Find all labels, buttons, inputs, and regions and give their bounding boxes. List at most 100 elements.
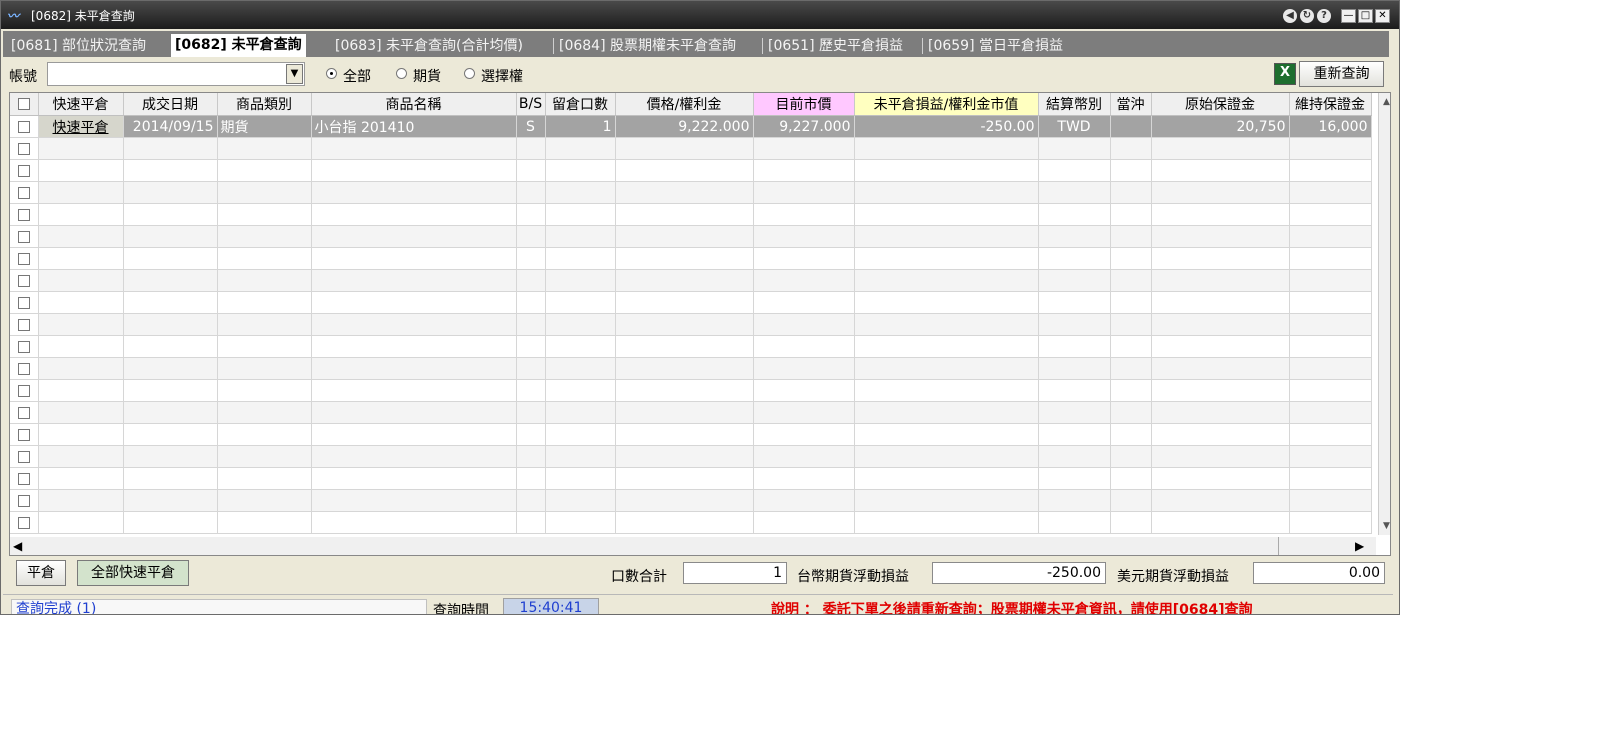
empty-cell <box>753 247 855 270</box>
empty-cell <box>38 137 124 160</box>
qty-total-label: 口數合計 <box>611 569 667 585</box>
empty-cell <box>38 269 124 292</box>
table-row[interactable] <box>10 313 1372 336</box>
row-checkbox[interactable] <box>10 423 39 446</box>
select-all-checkbox[interactable] <box>10 93 39 116</box>
row-checkbox[interactable] <box>10 467 39 490</box>
requery-button[interactable]: 重新查詢 <box>1299 61 1384 87</box>
tab-0682[interactable]: [0682] 未平倉查詢 <box>171 34 306 57</box>
row-checkbox[interactable] <box>10 181 39 204</box>
empty-cell <box>217 159 312 182</box>
empty-cell <box>311 357 517 380</box>
account-select[interactable]: ▼ <box>47 62 305 86</box>
col-open-qty[interactable]: 留倉口數 <box>545 93 616 116</box>
table-row[interactable] <box>10 511 1372 534</box>
col-maintenance-margin[interactable]: 維持保證金 <box>1289 93 1372 116</box>
row-checkbox[interactable] <box>10 313 39 336</box>
minimize-button[interactable]: — <box>1341 9 1356 23</box>
row-checkbox[interactable] <box>10 159 39 182</box>
empty-cell <box>217 181 312 204</box>
table-row[interactable] <box>10 423 1372 446</box>
table-row[interactable] <box>10 247 1372 270</box>
row-checkbox[interactable] <box>10 335 39 358</box>
empty-cell <box>123 203 218 226</box>
empty-cell <box>217 379 312 402</box>
table-row[interactable] <box>10 489 1372 512</box>
radio-futures[interactable] <box>396 68 407 79</box>
col-product-name[interactable]: 商品名稱 <box>311 93 517 116</box>
scroll-up-icon[interactable]: ▲ <box>1383 97 1390 107</box>
table-row[interactable]: 快速平倉 2014/09/15 期貨 小台指 201410 S 1 9,222.… <box>10 115 1372 138</box>
horizontal-scrollbar[interactable]: ◀ ▶ <box>10 537 1376 555</box>
col-quick-close[interactable]: 快速平倉 <box>38 93 124 116</box>
vertical-scrollbar[interactable]: ▲ ▼ <box>1378 93 1390 535</box>
positions-grid: 快速平倉 成交日期 商品類別 商品名稱 B/S 留倉口數 價格/權利金 目前市價… <box>9 92 1391 556</box>
radio-all[interactable] <box>326 68 337 79</box>
empty-cell <box>38 423 124 446</box>
row-checkbox[interactable] <box>10 225 39 248</box>
cell-date: 2014/09/15 <box>123 115 218 138</box>
row-checkbox[interactable] <box>10 269 39 292</box>
table-row[interactable] <box>10 357 1372 380</box>
table-row[interactable] <box>10 269 1372 292</box>
quick-close-button[interactable]: 快速平倉 <box>38 115 124 138</box>
chevron-down-icon[interactable]: ▼ <box>286 64 303 84</box>
tab-0684[interactable]: [0684] 股票期權未平倉查詢 <box>555 35 740 57</box>
help-icon[interactable]: ? <box>1317 9 1331 23</box>
col-category[interactable]: 商品類別 <box>217 93 312 116</box>
refresh-icon[interactable]: ↻ <box>1300 9 1314 23</box>
col-trade-date[interactable]: 成交日期 <box>123 93 218 116</box>
row-checkbox[interactable] <box>10 401 39 424</box>
col-initial-margin[interactable]: 原始保證金 <box>1151 93 1290 116</box>
table-row[interactable] <box>10 335 1372 358</box>
col-bs[interactable]: B/S <box>516 93 546 116</box>
table-row[interactable] <box>10 225 1372 248</box>
table-row[interactable] <box>10 445 1372 468</box>
tab-0659[interactable]: [0659] 當日平倉損益 <box>924 35 1067 57</box>
tab-0681[interactable]: [0681] 部位狀況查詢 <box>7 35 150 57</box>
radio-options-label[interactable]: 選擇權 <box>481 66 523 86</box>
row-checkbox[interactable] <box>10 137 39 160</box>
scroll-right-icon[interactable]: ▶ <box>1355 539 1364 553</box>
close-position-button[interactable]: 平倉 <box>16 560 66 586</box>
empty-cell <box>615 159 754 182</box>
table-row[interactable] <box>10 203 1372 226</box>
radio-futures-label[interactable]: 期貨 <box>413 66 441 86</box>
row-checkbox[interactable] <box>10 445 39 468</box>
table-row[interactable] <box>10 401 1372 424</box>
empty-cell <box>1110 467 1152 490</box>
col-unrealized-pnl[interactable]: 未平倉損益/權利金市值 <box>854 93 1039 116</box>
row-checkbox[interactable] <box>10 357 39 380</box>
table-row[interactable] <box>10 379 1372 402</box>
radio-options[interactable] <box>464 68 475 79</box>
close-button[interactable]: ✕ <box>1375 9 1390 23</box>
row-checkbox[interactable] <box>10 203 39 226</box>
tab-0651[interactable]: [0651] 歷史平倉損益 <box>764 35 907 57</box>
row-checkbox[interactable] <box>10 511 39 534</box>
row-checkbox[interactable] <box>10 379 39 402</box>
table-row[interactable] <box>10 291 1372 314</box>
empty-cell <box>854 489 1039 512</box>
excel-export-icon[interactable] <box>1274 63 1296 85</box>
table-row[interactable] <box>10 467 1372 490</box>
empty-cell <box>311 335 517 358</box>
maximize-button[interactable]: □ <box>1358 9 1373 23</box>
table-row[interactable] <box>10 181 1372 204</box>
empty-cell <box>1038 269 1111 292</box>
col-market-price[interactable]: 目前市價 <box>753 93 855 116</box>
scroll-down-icon[interactable]: ▼ <box>1383 521 1390 531</box>
col-currency[interactable]: 結算幣別 <box>1038 93 1111 116</box>
quick-close-all-button[interactable]: 全部快速平倉 <box>77 560 189 586</box>
row-checkbox[interactable] <box>10 247 39 270</box>
tab-0683[interactable]: [0683] 未平倉查詢(合計均價) <box>331 35 527 57</box>
table-row[interactable] <box>10 137 1372 160</box>
col-price[interactable]: 價格/權利金 <box>615 93 754 116</box>
back-icon[interactable]: ◀ <box>1283 9 1297 23</box>
row-checkbox[interactable] <box>10 489 39 512</box>
col-daytrade[interactable]: 當沖 <box>1110 93 1152 116</box>
row-checkbox[interactable] <box>10 115 39 138</box>
row-checkbox[interactable] <box>10 291 39 314</box>
radio-all-label[interactable]: 全部 <box>343 66 371 86</box>
table-row[interactable] <box>10 159 1372 182</box>
scroll-left-icon[interactable]: ◀ <box>13 539 22 553</box>
